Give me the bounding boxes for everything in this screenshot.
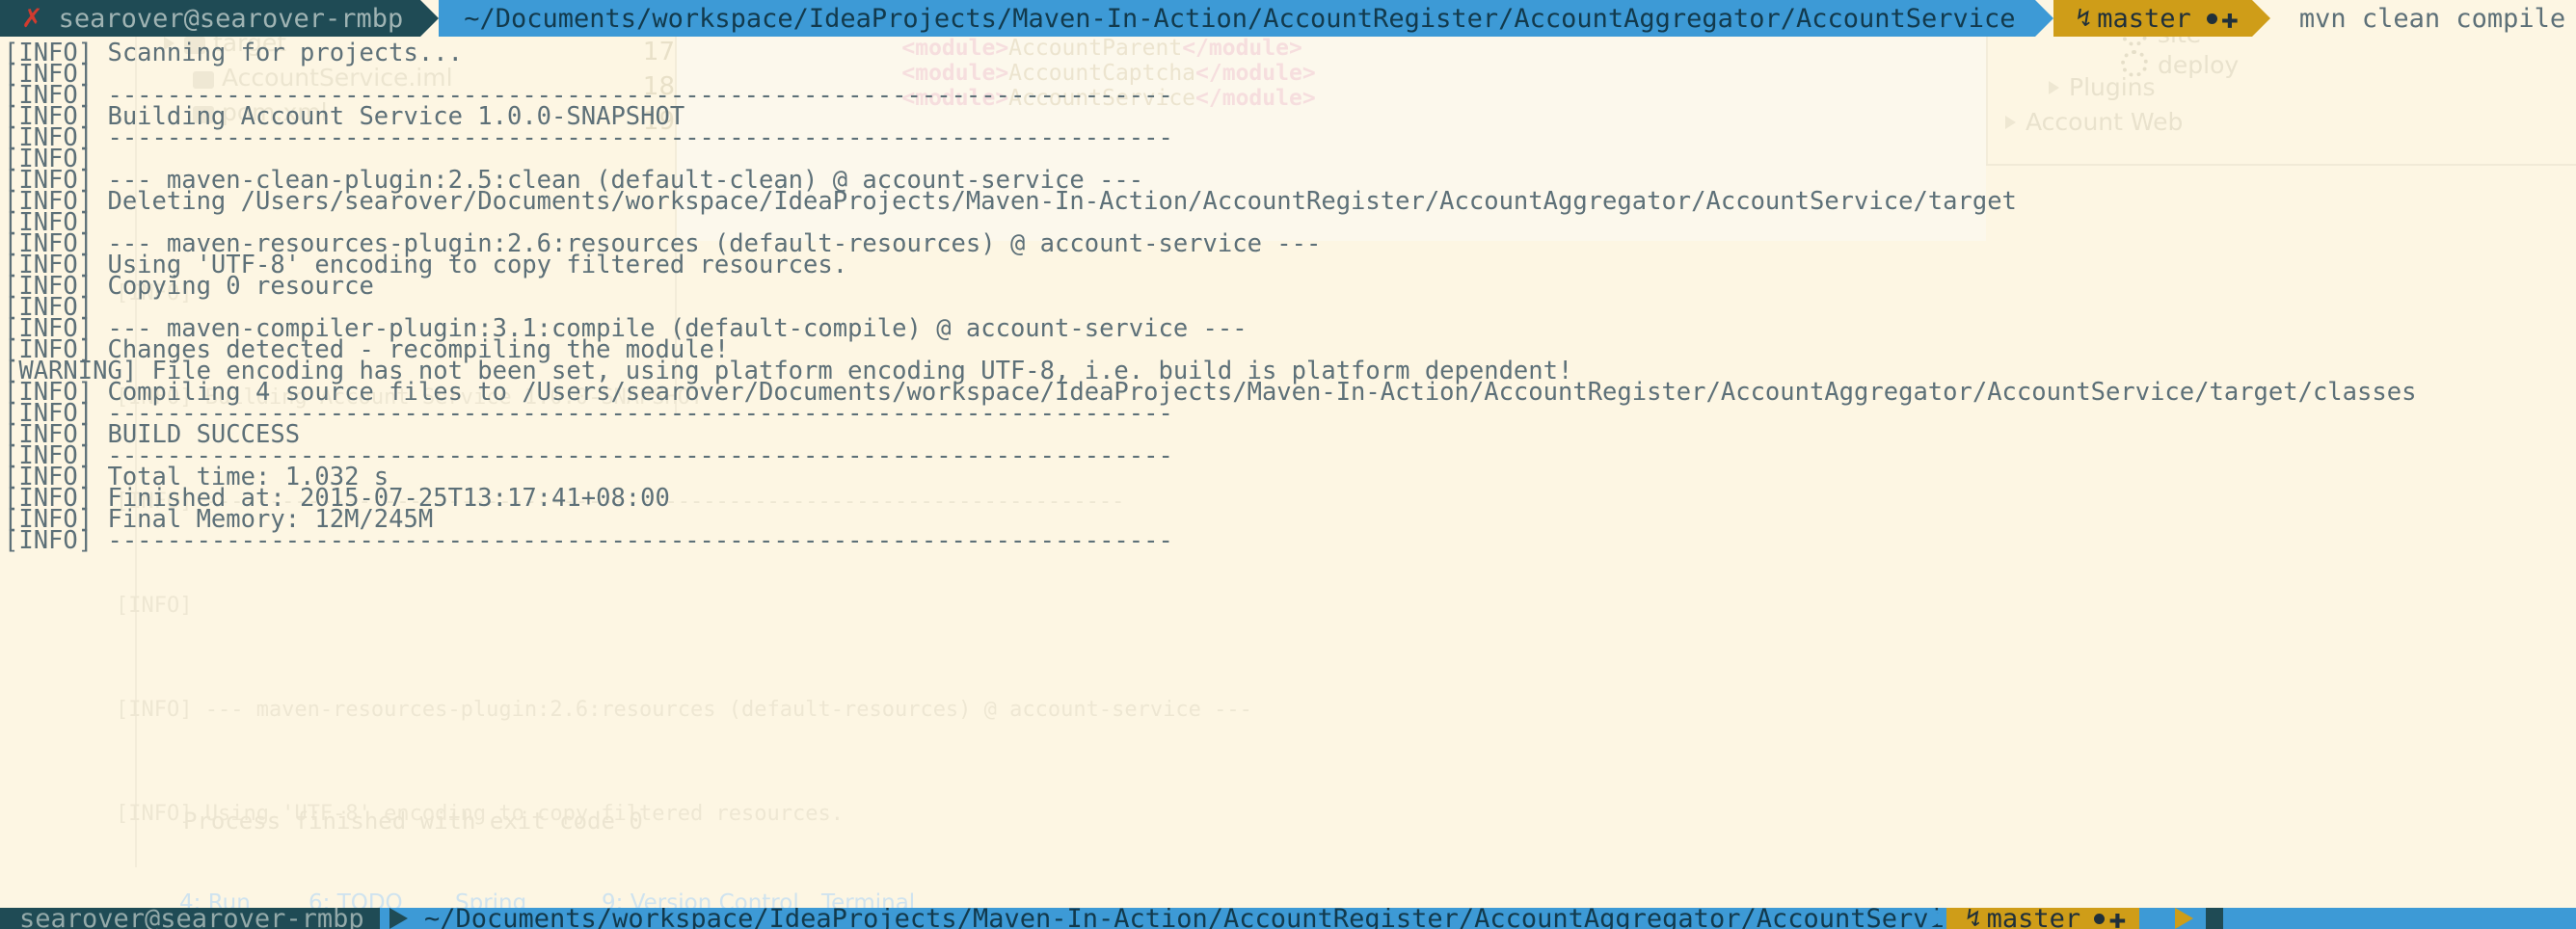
prompt-bottom-separator-arrow <box>2175 908 2193 929</box>
prompt-separator-arrow <box>2034 0 2053 37</box>
prompt-git-segment: ↯ master ✚ <box>2053 0 2252 37</box>
shell-prompt-line: ✗ searover@searover-rmbp ~/Documents/wor… <box>0 0 2576 37</box>
prompt-user-host: searover@searover-rmbp <box>58 3 404 34</box>
git-branch-icon: ↯ <box>1966 908 1981 929</box>
prompt-user-segment: ✗ searover@searover-rmbp <box>0 0 421 37</box>
shell-prompt-line-bottom: searover@searover-rmbp ~/Documents/works… <box>0 908 2576 929</box>
prompt-git-branch: master <box>2097 3 2191 34</box>
prompt-separator-arrow <box>2251 0 2270 37</box>
git-staged-plus-icon: ✚ <box>2108 908 2127 929</box>
terminal-output-line: [INFO] ---------------------------------… <box>4 526 1173 555</box>
terminal-output-line: [INFO] Deleting /Users/searover/Document… <box>4 187 2017 216</box>
prompt-separator-arrow <box>420 0 440 37</box>
prompt-bottom-separator-arrow <box>389 908 408 929</box>
prompt-path-segment: ~/Documents/workspace/IdeaProjects/Maven… <box>439 0 2035 37</box>
git-dirty-dot-icon <box>2094 913 2106 924</box>
x-mark-icon: ✗ <box>21 3 43 34</box>
prompt-bottom-user-segment: searover@searover-rmbp <box>0 908 380 929</box>
prompt-command: mvn clean compile <box>2298 3 2566 34</box>
git-branch-icon: ↯ <box>2076 4 2092 33</box>
git-staged-plus-icon: ✚ <box>2220 1 2239 36</box>
prompt-bottom-separator-arrow <box>1928 908 1946 929</box>
terminal-cursor[interactable] <box>2206 908 2223 929</box>
prompt-bottom-path: ~/Documents/workspace/IdeaProjects/Maven… <box>424 908 1976 929</box>
terminal: ✗ searover@searover-rmbp ~/Documents/wor… <box>0 0 2576 929</box>
terminal-output-line: [INFO] ---------------------------------… <box>4 123 1173 152</box>
git-dirty-dot-icon <box>2206 13 2217 24</box>
prompt-bottom-git-segment: ↯ master ✚ <box>1946 908 2140 929</box>
prompt-bottom-git-branch: master <box>1986 908 2081 929</box>
